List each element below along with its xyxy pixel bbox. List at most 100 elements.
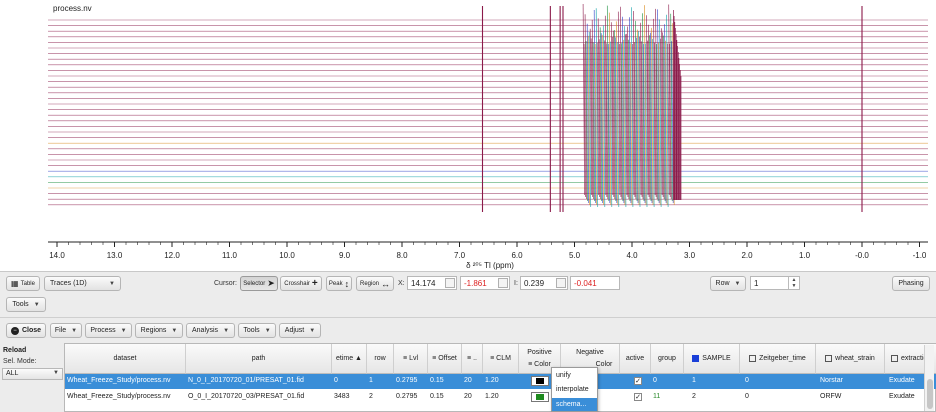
x-tick-label: 5.0 [569,251,581,260]
cell-group[interactable]: 11 [651,390,684,405]
x-delta-button[interactable] [498,278,508,288]
cell-wheat-strain[interactable]: ORFW [816,390,885,405]
cell-sample[interactable]: 1 [684,374,740,389]
table-button[interactable]: ▦ Table [6,276,40,291]
row-select[interactable]: Row ▼ [710,276,746,291]
cell-row[interactable]: 2 [367,390,394,405]
x-field-button[interactable] [445,278,455,288]
cell-offset[interactable]: 0.15 [428,374,462,389]
cell-wheat-strain[interactable]: Norstar [816,374,885,389]
i-field-button[interactable] [556,278,566,288]
x-tick-label: 13.0 [107,251,123,260]
col-sample[interactable]: SAMPLE [684,344,740,374]
cell-group[interactable]: 0 [651,374,684,389]
extraction-header-checkbox[interactable] [891,355,898,362]
cell-lvl[interactable]: 0.2795 [394,390,428,405]
traces-select[interactable]: Traces (1D) ▼ [44,276,121,291]
table-icon: ▦ [11,279,19,288]
col-etime[interactable]: etime ▲ [332,344,367,374]
menu-file[interactable]: File ▼ [50,323,82,338]
col-lvl[interactable]: ≡ Lvl [394,344,428,374]
cell-path[interactable]: O_0_I_20170720_03/PRESAT_01.fid [186,390,332,405]
cell-offset[interactable]: 0.15 [428,390,462,405]
col-offset[interactable]: ≡ Offset [428,344,462,374]
sel-mode-select[interactable]: ALL ▼ [2,368,63,380]
horizontal-arrow-icon: ↔ [381,278,390,289]
popup-item-unify[interactable]: unify [552,369,597,382]
col-path[interactable]: path [186,344,332,374]
menu-process[interactable]: Process ▼ [85,323,132,338]
active-checkbox[interactable]: ✓ [634,393,642,401]
close-circle-icon: − [10,326,19,335]
phasing-button[interactable]: Phasing [892,276,930,291]
x-tick-label: -1.0 [913,251,927,260]
popup-item-interpolate[interactable]: interpolate [552,383,597,396]
menu-regions[interactable]: Regions ▼ [135,323,183,338]
tools-dropdown-button[interactable]: Tools ▼ [6,297,46,312]
cell-dots[interactable]: 20 [462,374,483,389]
reload-button[interactable]: Reload [3,344,40,357]
color-swatch[interactable] [531,392,549,402]
table-row[interactable]: Wheat_Freeze_Study/process.nv O_0_I_2017… [65,390,936,405]
cell-clm[interactable]: 1.20 [483,374,519,389]
cell-zeitgeber[interactable]: 0 [740,374,816,389]
menu-icon: ≡ [490,355,495,362]
cell-dataset[interactable]: Wheat_Freeze_Study/process.nv [65,390,186,405]
spectrum-canvas[interactable]: 14.0 13.0 12.0 11.0 10.0 9.0 8.0 7.0 6.0 5.0 4.0 3.… [0,0,936,272]
scrollbar-thumb[interactable] [927,379,933,409]
col-clm[interactable]: ≡ CLM [483,344,519,374]
popup-item-schema[interactable]: schema... [552,398,597,411]
dataset-table[interactable]: dataset path etime ▲ row ≡ Lvl ≡ Offset ≡.… [64,343,936,412]
cell-etime[interactable]: 0 [332,374,367,389]
spectrum-plot[interactable]: 14.0 13.0 12.0 11.0 10.0 9.0 8.0 7.0 6.0 5.0 4.0 3.… [0,0,936,272]
menu-tools[interactable]: Tools ▼ [238,323,276,338]
i-delta-field[interactable]: -0.041 [570,276,620,290]
menu-icon: ≡ [402,355,408,362]
table-row[interactable]: Wheat_Freeze_Study/process.nv N_0_I_2017… [65,374,936,389]
sample-header-checkbox[interactable] [692,355,700,362]
close-button[interactable]: − Close [6,323,46,338]
chevron-down-icon: ▼ [109,280,115,287]
cell-active[interactable]: ✓ [620,390,651,405]
cell-row[interactable]: 1 [367,374,394,389]
x-tick-label: 7.0 [454,251,466,260]
col-active[interactable]: active [620,344,651,374]
col-dots[interactable]: ≡.. [462,344,483,374]
cursor-crosshair-button[interactable]: Crosshair + [280,276,322,291]
chevron-down-icon: ▼ [120,327,127,334]
menu-adjust[interactable]: Adjust ▼ [279,323,321,338]
x-tick-label: 3.0 [684,251,696,260]
cell-dots[interactable]: 20 [462,390,483,405]
sel-mode-label: Sel. Mode: [3,358,37,365]
cursor-selector-button[interactable]: Selector ➤ [240,276,278,291]
wheat-header-checkbox[interactable] [825,355,833,362]
col-group[interactable]: group [651,344,684,374]
table-scrollbar[interactable] [924,345,934,411]
cell-path[interactable]: N_0_I_20170720_01/PRESAT_01.fid [186,374,332,389]
col-row[interactable]: row [367,344,394,374]
x-tick-label: 6.0 [511,251,523,260]
cell-lvl[interactable]: 0.2795 [394,374,428,389]
cell-sample[interactable]: 2 [684,390,740,405]
cell-clm[interactable]: 1.20 [483,390,519,405]
zeitgeber-header-checkbox[interactable] [749,355,757,362]
cursor-peak-button[interactable]: Peak ↕ [326,276,352,291]
row-spinner-arrows[interactable]: ▲ ▼ [788,277,799,289]
color-schema-popup[interactable]: unify interpolate schema... [551,367,598,412]
cell-dataset[interactable]: Wheat_Freeze_Study/process.nv [65,374,186,389]
cell-etime[interactable]: 3483 [332,390,367,405]
chevron-down-icon: ▼ [171,327,178,334]
col-dataset[interactable]: dataset [65,344,186,374]
cell-zeitgeber[interactable]: 0 [740,390,816,405]
active-checkbox[interactable]: ✓ [634,377,642,385]
cursor-region-button[interactable]: Region ↔ [356,276,394,291]
cell-active[interactable]: ✓ [620,374,651,389]
chevron-down-icon: ▼ [264,327,271,334]
pointer-icon: ➤ [267,278,275,288]
color-swatch[interactable] [531,376,549,386]
app-window: 14.0 13.0 12.0 11.0 10.0 9.0 8.0 7.0 6.0 5.0 4.0 3.… [0,0,936,412]
menu-analysis[interactable]: Analysis ▼ [186,323,235,338]
col-wheat-strain[interactable]: wheat_strain [816,344,885,374]
col-zeitgeber[interactable]: Zeitgeber_time [740,344,816,374]
x-tick-label: 4.0 [626,251,638,260]
